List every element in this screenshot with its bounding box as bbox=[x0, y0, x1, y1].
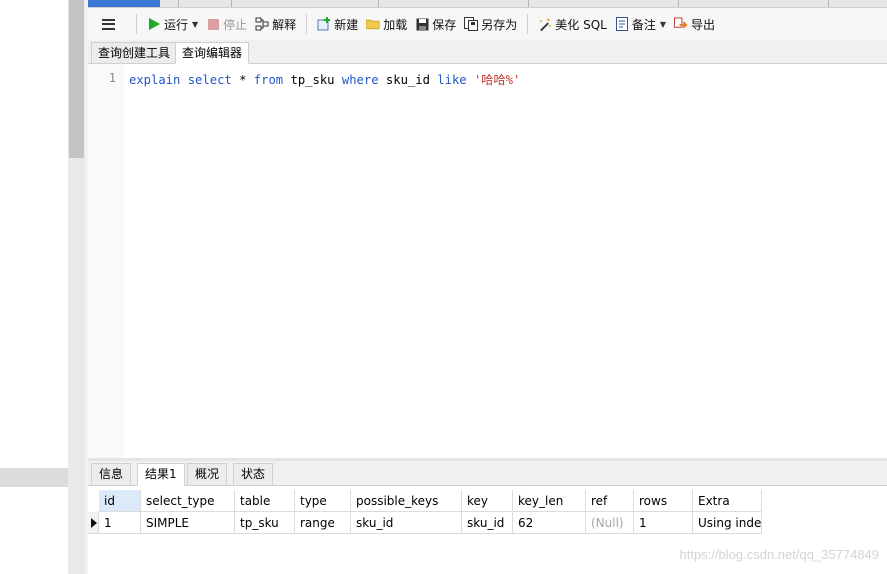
new-button[interactable]: 新建 bbox=[313, 12, 362, 36]
grid-header-row: id select_type table type possible_keys … bbox=[88, 490, 887, 512]
column-header-possible-keys[interactable]: possible_keys bbox=[351, 490, 462, 512]
tab-info[interactable]: 信息 bbox=[91, 463, 132, 486]
sql-token: * bbox=[239, 73, 247, 87]
document-tab[interactable] bbox=[178, 0, 179, 7]
document-tab-active[interactable] bbox=[88, 0, 160, 7]
note-icon bbox=[615, 17, 629, 31]
column-header-type[interactable]: type bbox=[295, 490, 351, 512]
cell-key[interactable]: sku_id bbox=[462, 512, 513, 534]
load-label: 加载 bbox=[383, 17, 408, 32]
save-as-label: 另存为 bbox=[481, 17, 518, 32]
column-header-key[interactable]: key bbox=[462, 490, 513, 512]
save-label: 保存 bbox=[432, 17, 457, 32]
document-tab[interactable] bbox=[378, 0, 379, 7]
tab-query-editor[interactable]: 查询编辑器 bbox=[175, 42, 250, 64]
cell-id[interactable]: 1 bbox=[99, 512, 141, 534]
column-header-table[interactable]: table bbox=[235, 490, 295, 512]
cell-key-len[interactable]: 62 bbox=[513, 512, 586, 534]
load-button[interactable]: 加载 bbox=[362, 12, 411, 36]
sql-token: sku_id bbox=[385, 73, 430, 87]
save-button[interactable]: 保存 bbox=[411, 12, 460, 36]
save-as-button[interactable]: 另存为 bbox=[460, 12, 521, 36]
beautify-sql-label: 美化 SQL bbox=[555, 17, 607, 32]
hamburger-icon bbox=[101, 18, 115, 30]
comment-dropdown-icon[interactable]: ▼ bbox=[660, 20, 666, 29]
sql-editor[interactable]: 1 explain select * from tp_sku where sku… bbox=[88, 64, 887, 458]
column-header-rows[interactable]: rows bbox=[634, 490, 693, 512]
column-header-extra[interactable]: Extra bbox=[693, 490, 762, 512]
new-query-icon bbox=[317, 17, 331, 31]
stop-label: 停止 bbox=[223, 17, 248, 32]
object-tree-selection[interactable] bbox=[0, 468, 68, 487]
export-button[interactable]: 导出 bbox=[670, 12, 719, 36]
document-tab[interactable] bbox=[828, 0, 829, 7]
sql-keyword: where bbox=[341, 73, 379, 87]
magic-wand-icon bbox=[538, 17, 552, 31]
column-header-ref[interactable]: ref bbox=[586, 490, 634, 512]
column-header-id[interactable]: id bbox=[99, 490, 141, 512]
tab-profile[interactable]: 概况 bbox=[187, 463, 228, 486]
export-icon bbox=[674, 17, 688, 31]
explain-label: 解释 bbox=[272, 17, 297, 32]
sql-keyword: select bbox=[187, 73, 232, 87]
sql-code-line[interactable]: explain select * from tp_sku where sku_i… bbox=[129, 70, 520, 88]
line-number-gutter: 1 bbox=[88, 64, 124, 458]
cell-table[interactable]: tp_sku bbox=[235, 512, 295, 534]
column-header-key-len[interactable]: key_len bbox=[513, 490, 586, 512]
watermark-text: https://blog.csdn.net/qq_35774849 bbox=[679, 547, 880, 562]
sql-string: '哈哈%' bbox=[473, 73, 521, 87]
save-as-icon bbox=[464, 17, 479, 31]
stop-icon bbox=[206, 17, 220, 31]
explain-icon bbox=[255, 17, 269, 31]
sql-keyword: like bbox=[437, 73, 467, 87]
editor-tab-bar: 查询创建工具 查询编辑器 bbox=[88, 40, 887, 64]
object-tree-pane bbox=[0, 0, 68, 574]
comment-label: 备注 bbox=[631, 17, 656, 32]
beautify-sql-button[interactable]: 美化 SQL bbox=[534, 12, 611, 36]
export-label: 导出 bbox=[691, 17, 716, 32]
object-tree-scroll-thumb[interactable] bbox=[69, 0, 84, 158]
sql-keyword: explain bbox=[129, 73, 181, 87]
play-icon bbox=[147, 17, 161, 31]
document-tab[interactable] bbox=[231, 0, 232, 7]
folder-icon bbox=[366, 17, 380, 31]
cell-type[interactable]: range bbox=[295, 512, 351, 534]
sql-token: tp_sku bbox=[290, 73, 335, 87]
document-tab-bar bbox=[88, 0, 887, 8]
query-toolbar: 运行 ▼ 停止 解释 新建 加载 保存 另存为 美化 SQL 备注 ▼ 导出 bbox=[88, 8, 887, 40]
result-tab-bar: 信息 结果1 概况 状态 bbox=[88, 461, 887, 486]
run-button[interactable]: 运行 ▼ bbox=[143, 12, 202, 36]
tab-query-builder[interactable]: 查询创建工具 bbox=[91, 42, 178, 64]
cell-possible-keys[interactable]: sku_id bbox=[351, 512, 462, 534]
run-dropdown-icon[interactable]: ▼ bbox=[192, 20, 198, 29]
explain-button[interactable]: 解释 bbox=[251, 12, 300, 36]
table-row[interactable]: 1 SIMPLE tp_sku range sku_id sku_id 62 (… bbox=[88, 512, 887, 534]
run-label: 运行 bbox=[164, 17, 189, 32]
column-header-select-type[interactable]: select_type bbox=[141, 490, 235, 512]
new-label: 新建 bbox=[334, 17, 359, 32]
cell-extra[interactable]: Using index bbox=[693, 512, 762, 534]
app-window: 运行 ▼ 停止 解释 新建 加载 保存 另存为 美化 SQL 备注 ▼ 导出 查… bbox=[0, 0, 887, 574]
document-tab[interactable] bbox=[678, 0, 679, 7]
cell-select-type[interactable]: SIMPLE bbox=[141, 512, 235, 534]
row-indicator[interactable] bbox=[88, 512, 99, 534]
document-tab[interactable] bbox=[528, 0, 529, 7]
comment-button[interactable]: 备注 ▼ bbox=[611, 12, 670, 36]
current-row-icon bbox=[91, 518, 97, 528]
menu-button[interactable] bbox=[88, 8, 128, 40]
save-icon bbox=[415, 17, 429, 31]
line-number: 1 bbox=[108, 71, 116, 85]
stop-button[interactable]: 停止 bbox=[202, 12, 251, 36]
cell-ref[interactable]: (Null) bbox=[586, 512, 634, 534]
cell-rows[interactable]: 1 bbox=[634, 512, 693, 534]
sql-keyword: from bbox=[253, 73, 284, 87]
toolbar-separator bbox=[136, 14, 137, 34]
toolbar-separator bbox=[527, 14, 529, 34]
toolbar-separator bbox=[306, 14, 308, 34]
tab-status[interactable]: 状态 bbox=[233, 463, 274, 486]
tab-result-1[interactable]: 结果1 bbox=[137, 463, 185, 486]
